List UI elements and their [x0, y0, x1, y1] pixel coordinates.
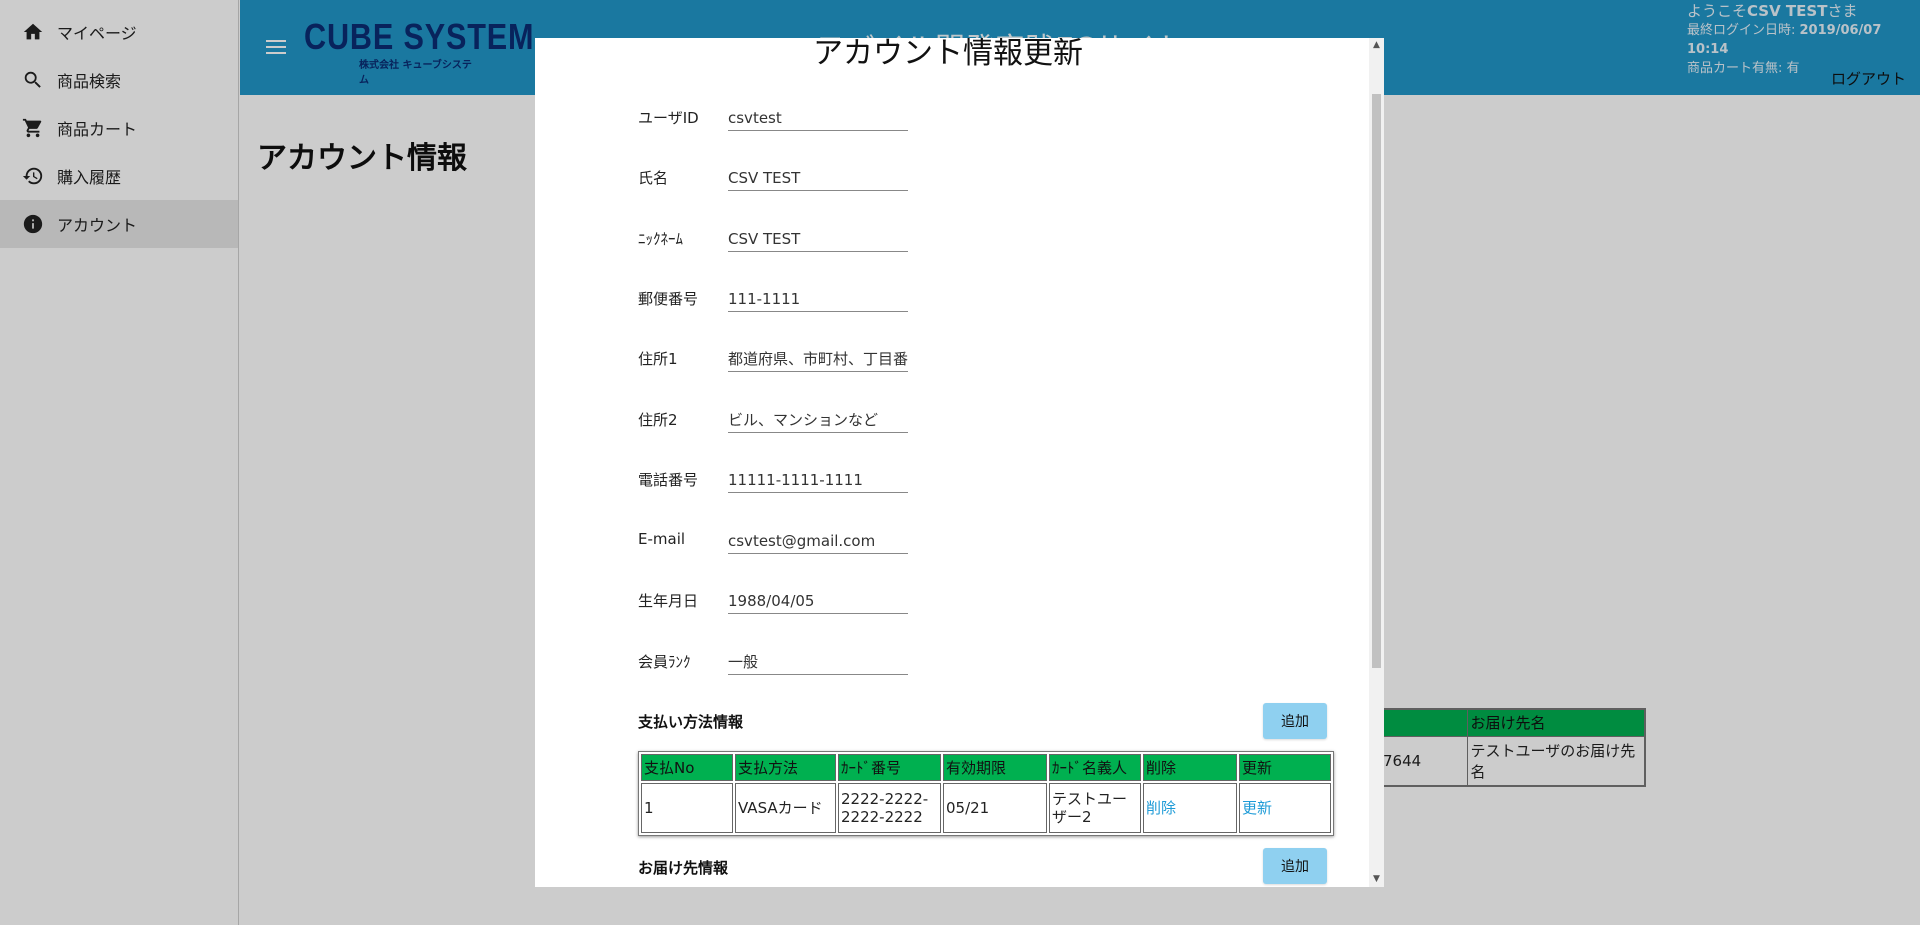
email-input[interactable]: [728, 528, 908, 554]
member-rank-input[interactable]: [728, 649, 908, 675]
modal-scrollbar[interactable]: ▲ ▼: [1369, 38, 1384, 887]
table-header: 更新: [1239, 754, 1331, 781]
field-label: 氏名: [638, 169, 669, 187]
postal-code-input[interactable]: [728, 286, 908, 312]
field-label: E-mail: [638, 530, 686, 548]
address1-input[interactable]: [728, 346, 908, 372]
modal-title: アカウント情報更新: [813, 38, 1083, 71]
field-user-id: ユーザID: [638, 97, 938, 137]
card-number: 2222-2222-2222-2222: [838, 783, 941, 833]
table-header: ｶｰﾄﾞ名義人: [1049, 754, 1141, 781]
table-header: 支払方法: [735, 754, 836, 781]
delivery-section-heading: お届け先情報: [638, 859, 729, 877]
address2-input[interactable]: [728, 407, 908, 433]
field-label: 郵便番号: [638, 290, 699, 308]
field-phone: 電話番号: [638, 459, 938, 499]
field-label: ﾆｯｸﾈｰﾑ: [638, 230, 684, 248]
account-update-modal: アカウント情報更新 ユーザID 氏名 ﾆｯｸﾈｰﾑ 郵便番号 住所1 住所2 電…: [535, 38, 1384, 887]
nickname-input[interactable]: [728, 226, 908, 252]
add-delivery-button[interactable]: 追加: [1263, 848, 1327, 884]
name-input[interactable]: [728, 165, 908, 191]
field-address1: 住所1: [638, 338, 938, 378]
expiry-date: 05/21: [943, 783, 1047, 833]
birthdate-input[interactable]: [728, 588, 908, 614]
scroll-up-icon[interactable]: ▲: [1369, 38, 1384, 53]
table-header: 有効期限: [943, 754, 1047, 781]
field-name: 氏名: [638, 157, 938, 197]
field-label: 住所1: [638, 350, 678, 368]
field-birthdate: 生年月日: [638, 580, 938, 620]
field-address2: 住所2: [638, 399, 938, 439]
payment-table: 支払No 支払方法 ｶｰﾄﾞ番号 有効期限 ｶｰﾄﾞ名義人 削除 更新 1 VA…: [638, 751, 1334, 836]
user-id-input[interactable]: [728, 105, 908, 131]
field-member-rank: 会員ﾗﾝｸ: [638, 641, 938, 681]
payment-no: 1: [641, 783, 733, 833]
table-header: ｶｰﾄﾞ番号: [838, 754, 941, 781]
field-email: E-mail: [638, 520, 938, 560]
update-payment-link[interactable]: 更新: [1242, 799, 1272, 817]
table-header: 支払No: [641, 754, 733, 781]
table-row: 1 VASAカード 2222-2222-2222-2222 05/21 テストユ…: [641, 783, 1331, 833]
card-holder: テストユーザー2: [1049, 783, 1141, 833]
payment-section-heading: 支払い方法情報: [638, 713, 744, 731]
field-label: 会員ﾗﾝｸ: [638, 653, 691, 671]
field-label: 住所2: [638, 411, 678, 429]
add-payment-button[interactable]: 追加: [1263, 703, 1327, 739]
field-label: 電話番号: [638, 471, 699, 489]
phone-input[interactable]: [728, 467, 908, 493]
field-nickname: ﾆｯｸﾈｰﾑ: [638, 218, 938, 258]
scroll-thumb[interactable]: [1372, 94, 1381, 668]
field-label: 生年月日: [638, 592, 699, 610]
payment-method: VASAカード: [735, 783, 836, 833]
table-header: 削除: [1143, 754, 1237, 781]
delete-payment-link[interactable]: 削除: [1146, 799, 1176, 817]
scroll-down-icon[interactable]: ▼: [1369, 872, 1384, 887]
field-postal-code: 郵便番号: [638, 278, 938, 318]
field-label: ユーザID: [638, 109, 699, 127]
